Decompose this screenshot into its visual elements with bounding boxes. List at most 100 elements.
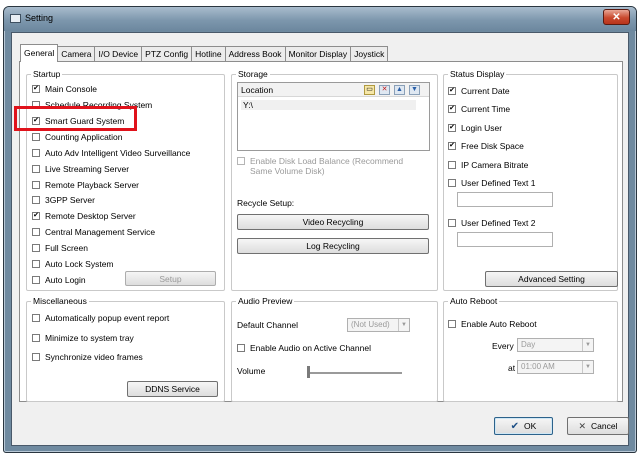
startup-central-management[interactable]: Central Management Service xyxy=(32,227,155,237)
tab-general[interactable]: General xyxy=(20,44,59,62)
ok-button[interactable]: ✔ OK xyxy=(494,417,553,435)
checkbox[interactable] xyxy=(32,149,40,157)
tab-hotline[interactable]: Hotline xyxy=(192,46,226,62)
checkbox[interactable] xyxy=(32,260,40,268)
window-app-icon xyxy=(10,14,21,23)
location-row[interactable]: Y:\ xyxy=(241,100,416,110)
at-time-select[interactable]: 01:00 AM ▼ xyxy=(517,360,594,374)
checkmark-icon: ✔ xyxy=(510,420,520,432)
status-current-time[interactable]: ✔ Current Time xyxy=(448,104,510,114)
tab-address-book[interactable]: Address Book xyxy=(225,46,286,62)
title-bar[interactable]: Setting ✕ xyxy=(4,7,636,31)
tab-bar: General Camera I/O Device PTZ Config Hot… xyxy=(20,44,389,62)
chevron-down-icon: ▼ xyxy=(582,339,593,351)
checkbox[interactable]: ✔ xyxy=(448,105,456,113)
chevron-down-icon: ▼ xyxy=(398,319,409,331)
status-display-group-title: Status Display xyxy=(448,69,507,79)
misc-sync-video-frames[interactable]: Synchronize video frames xyxy=(32,352,143,362)
arrow-up-icon[interactable]: ▲ xyxy=(394,85,405,95)
startup-full-screen[interactable]: Full Screen xyxy=(32,243,88,253)
checkbox[interactable] xyxy=(32,165,40,173)
startup-main-console[interactable]: ✔ Main Console xyxy=(32,84,97,94)
checkbox[interactable] xyxy=(32,353,40,361)
checkbox[interactable]: ✔ xyxy=(448,142,456,150)
window-close-button[interactable]: ✕ xyxy=(603,9,630,25)
chevron-down-icon: ▼ xyxy=(582,361,593,373)
enable-auto-reboot[interactable]: Enable Auto Reboot xyxy=(448,319,537,329)
checkbox[interactable] xyxy=(237,157,245,165)
status-ip-camera-bitrate[interactable]: IP Camera Bitrate xyxy=(448,160,528,170)
startup-remote-desktop[interactable]: ✔ Remote Desktop Server xyxy=(32,211,136,221)
miscellaneous-group-title: Miscellaneous xyxy=(31,296,89,306)
tab-camera[interactable]: Camera xyxy=(58,46,96,62)
enable-audio-active-channel[interactable]: Enable Audio on Active Channel xyxy=(237,343,371,353)
window-title: Setting xyxy=(25,13,54,23)
checkbox[interactable]: ✔ xyxy=(32,85,40,93)
user-text-2-input[interactable] xyxy=(457,232,553,247)
status-user-text-2[interactable]: User Defined Text 2 xyxy=(448,218,536,228)
misc-popup-event-report[interactable]: Automatically popup event report xyxy=(32,313,169,323)
storage-group-title: Storage xyxy=(236,69,270,79)
misc-minimize-tray[interactable]: Minimize to system tray xyxy=(32,333,134,343)
status-current-date[interactable]: ✔ Current Date xyxy=(448,86,510,96)
checkbox[interactable]: ✔ xyxy=(448,124,456,132)
default-channel-select[interactable]: (Not Used) ▼ xyxy=(347,318,410,332)
ddns-service-button[interactable]: DDNS Service xyxy=(127,381,218,397)
default-channel-label: Default Channel xyxy=(237,320,298,330)
recycle-setup-label: Recycle Setup: xyxy=(237,198,295,208)
checkbox[interactable] xyxy=(448,179,456,187)
highlight-annotation xyxy=(14,106,137,131)
volume-slider-track[interactable] xyxy=(308,372,402,374)
tab-monitor-display[interactable]: Monitor Display xyxy=(285,46,352,62)
location-list[interactable]: Location ▭ ✕ ▲ ▼ Y:\ xyxy=(237,82,430,151)
checkbox[interactable] xyxy=(32,133,40,141)
dialog-client: General Camera I/O Device PTZ Config Hot… xyxy=(11,32,629,446)
advanced-setting-button[interactable]: Advanced Setting xyxy=(485,271,618,287)
checkbox[interactable] xyxy=(32,314,40,322)
user-text-1-input[interactable] xyxy=(457,192,553,207)
checkbox[interactable] xyxy=(448,219,456,227)
checkbox[interactable]: ✔ xyxy=(448,87,456,95)
log-recycling-button[interactable]: Log Recycling xyxy=(237,238,429,254)
volume-label: Volume xyxy=(237,366,266,376)
audio-preview-group-title: Audio Preview xyxy=(236,296,295,306)
setup-button[interactable]: Setup xyxy=(125,271,216,286)
checkbox[interactable] xyxy=(32,244,40,252)
checkbox[interactable] xyxy=(237,344,245,352)
at-time-value: 01:00 AM xyxy=(521,362,555,371)
startup-group-title: Startup xyxy=(31,69,63,79)
checkbox[interactable] xyxy=(32,228,40,236)
tab-ptz-config[interactable]: PTZ Config xyxy=(142,46,193,62)
status-free-disk-space[interactable]: ✔ Free Disk Space xyxy=(448,141,524,151)
startup-remote-playback[interactable]: Remote Playback Server xyxy=(32,180,139,190)
checkbox[interactable] xyxy=(32,334,40,342)
volume-slider-thumb[interactable] xyxy=(307,366,310,378)
startup-auto-login[interactable]: Auto Login xyxy=(32,275,86,285)
checkbox[interactable] xyxy=(32,181,40,189)
video-recycling-button[interactable]: Video Recycling xyxy=(237,214,429,230)
checkbox[interactable]: ✔ xyxy=(32,212,40,220)
checkbox[interactable] xyxy=(32,276,40,284)
tab-joystick[interactable]: Joystick xyxy=(351,46,389,62)
close-icon: ✕ xyxy=(612,11,621,23)
folder-icon[interactable]: ▭ xyxy=(364,85,375,95)
checkbox[interactable] xyxy=(448,320,456,328)
startup-auto-lock[interactable]: Auto Lock System xyxy=(32,259,114,269)
startup-auto-adv-ivs[interactable]: Auto Adv Intelligent Video Surveillance xyxy=(32,148,190,158)
location-header-label: Location xyxy=(241,85,274,95)
status-user-text-1[interactable]: User Defined Text 1 xyxy=(448,178,536,188)
startup-live-streaming[interactable]: Live Streaming Server xyxy=(32,164,129,174)
delete-icon[interactable]: ✕ xyxy=(379,85,390,95)
cancel-button[interactable]: ✕ Cancel xyxy=(567,417,629,435)
startup-counting-app[interactable]: Counting Application xyxy=(32,132,123,142)
startup-3gpp-server[interactable]: 3GPP Server xyxy=(32,195,95,205)
checkbox[interactable] xyxy=(32,196,40,204)
tab-io-device[interactable]: I/O Device xyxy=(95,46,143,62)
status-login-user[interactable]: ✔ Login User xyxy=(448,123,502,133)
disk-load-balance[interactable]: Enable Disk Load Balance (Recommend Same… xyxy=(237,156,403,176)
checkbox[interactable] xyxy=(448,161,456,169)
location-list-header: Location ▭ ✕ ▲ ▼ xyxy=(238,83,429,97)
default-channel-value: (Not Used) xyxy=(351,320,390,329)
every-select[interactable]: Day ▼ xyxy=(517,338,594,352)
arrow-down-icon[interactable]: ▼ xyxy=(409,85,420,95)
